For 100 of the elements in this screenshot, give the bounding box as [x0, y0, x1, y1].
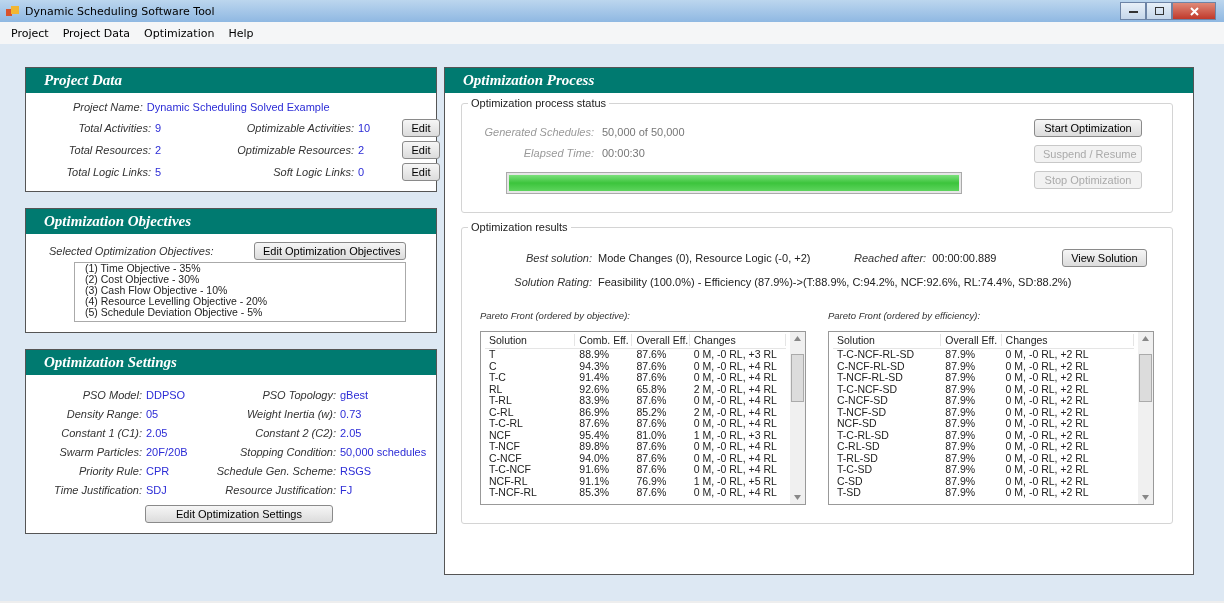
field-label: Resource Justification:	[224, 484, 336, 496]
field-value: Feasibility (100.0%) - Efficiency (87.9%)->(T:88.9%, C:94.2%, NCF:92.6%, RL:74.4%, SD:88.2%)	[598, 276, 1072, 288]
minimize-button[interactable]	[1120, 2, 1146, 20]
table-cell-text: T-C-NCF-SD	[836, 383, 899, 395]
field-label: Best solution:	[524, 252, 592, 264]
table-cell-text: C	[488, 360, 498, 372]
menu-item[interactable]: Project Data	[55, 26, 138, 40]
maximize-button[interactable]	[1146, 2, 1172, 20]
edit-objectives-button[interactable]: Edit Optimization Objectives	[254, 242, 406, 260]
field-label: Selected Optimization Objectives:	[49, 245, 214, 257]
table-cell-text: 0 M, -0 RL, +2 RL	[1004, 360, 1090, 372]
table-cell-text: T	[488, 349, 497, 361]
table-cell-text: 91.4%	[578, 372, 611, 384]
table-cell-text: 2 M, -0 RL, +4 RL	[692, 406, 778, 418]
column-header[interactable]: Changes	[1001, 334, 1134, 346]
field-value: 50,000 of 50,000	[602, 126, 685, 138]
table-cell-text: 91.1%	[578, 475, 611, 487]
panel-title: Optimization Settings	[44, 354, 177, 371]
table-cell-text: NCF	[488, 429, 512, 441]
table-cell-text: 0 M, -0 RL, +2 RL	[1004, 406, 1090, 418]
field-value: 10	[358, 122, 372, 134]
scroll-thumb[interactable]	[1139, 354, 1152, 402]
table-cell-text: 0 M, -0 RL, +4 RL	[692, 418, 778, 430]
table-cell-text: 87.9%	[944, 452, 977, 464]
field-label: Total Logic Links:	[65, 166, 151, 178]
column-header[interactable]: Solution	[485, 334, 576, 346]
edit-button[interactable]: Edit	[402, 119, 440, 137]
edit-button[interactable]: Edit	[402, 141, 440, 159]
table-cell-text: 0 M, -0 RL, +2 RL	[1004, 349, 1090, 361]
table-title: Pareto Front (ordered by objective):	[480, 310, 631, 321]
table-cell-text: 87.9%	[944, 383, 977, 395]
table-cell-text: 87.6%	[635, 441, 668, 453]
table-cell-text: T-NCF	[488, 441, 521, 453]
table-cell-text: 0 M, -0 RL, +2 RL	[1004, 395, 1090, 407]
field-label: Weight Inertia (w):	[245, 408, 336, 420]
table-cell-text: 0 M, -0 RL, +2 RL	[1004, 429, 1090, 441]
field-value: DDPSO	[146, 389, 187, 401]
column-header[interactable]: Overall Eff.	[632, 334, 690, 346]
field-label: Constant 2 (C2):	[254, 427, 336, 439]
table-cell-text: 1 M, -0 RL, +5 RL	[692, 475, 778, 487]
field-value: FJ	[340, 484, 354, 496]
table-cell-text: 0 M, -0 RL, +4 RL	[692, 441, 778, 453]
panel-title: Project Data	[44, 72, 122, 89]
table-cell-text: 91.6%	[578, 464, 611, 476]
maximize-icon	[1154, 7, 1164, 15]
field-value: 2.05	[146, 427, 169, 439]
field-label: Generated Schedules:	[483, 126, 594, 138]
close-button[interactable]	[1172, 2, 1216, 20]
edit-settings-button[interactable]: Edit Optimization Settings	[145, 505, 333, 523]
field-label: Total Activities:	[77, 122, 151, 134]
scroll-down-icon	[1142, 495, 1149, 500]
close-icon	[1189, 6, 1199, 16]
table-cell-text: 0 M, -0 RL, +4 RL	[692, 395, 778, 407]
column-header[interactable]: Changes	[689, 334, 786, 346]
field-label: Elapsed Time:	[522, 147, 594, 159]
field-value: gBest	[340, 389, 370, 401]
table-cell-text: 1 M, -0 RL, +3 RL	[692, 429, 778, 441]
table-cell-text: 81.0%	[635, 429, 668, 441]
field-value: Dynamic Scheduling Solved Example	[146, 101, 330, 113]
scroll-thumb[interactable]	[791, 354, 804, 402]
table-cell-text: 95.4%	[578, 429, 611, 441]
menu-item[interactable]: Help	[221, 26, 261, 40]
table-cell-text: 89.8%	[578, 441, 611, 453]
table-cell-text: 0 M, -0 RL, +4 RL	[692, 360, 778, 372]
edit-button[interactable]: Edit	[402, 163, 440, 181]
field-label: Optimizable Activities:	[245, 122, 354, 134]
field-value: RSGS	[340, 465, 373, 477]
field-label: Swarm Particles:	[58, 446, 142, 458]
table-cell-text: 87.9%	[944, 475, 977, 487]
window-title: Dynamic Scheduling Software Tool	[25, 4, 215, 18]
action-button[interactable]: Start Optimization	[1034, 119, 1142, 137]
table-cell-text: 0 M, -0 RL, +3 RL	[692, 349, 778, 361]
table-cell-text: 94.3%	[578, 360, 611, 372]
table-cell-text: T-C	[488, 372, 507, 384]
table-cell-text: 0 M, -0 RL, +4 RL	[692, 372, 778, 384]
field-label: Stopping Condition:	[239, 446, 336, 458]
table-cell-text: 87.6%	[635, 360, 668, 372]
scroll-up-icon	[1142, 336, 1149, 341]
table-cell-text: 87.6%	[578, 418, 611, 430]
column-header[interactable]: Solution	[833, 334, 942, 346]
table-cell-text: 65.8%	[635, 383, 668, 395]
field-label: Optimizable Resources:	[236, 144, 354, 156]
field-value: 2.05	[340, 427, 363, 439]
menu-item[interactable]: Project	[4, 26, 56, 40]
menu-item[interactable]: Optimization	[137, 26, 222, 40]
column-header[interactable]: Comb. Eff.	[575, 334, 633, 346]
field-label: Time Justification:	[53, 484, 142, 496]
table-cell-text: 87.9%	[944, 441, 977, 453]
table-cell-text: T-C-SD	[836, 464, 873, 476]
scrollbar[interactable]	[790, 332, 805, 504]
table-cell-text: 87.9%	[944, 429, 977, 441]
table-cell-text: 86.9%	[578, 406, 611, 418]
column-header[interactable]: Overall Eff.	[941, 334, 1002, 346]
field-label: Soft Logic Links:	[272, 166, 354, 178]
field-value: CPR	[146, 465, 171, 477]
table-cell-text: 87.9%	[944, 360, 977, 372]
group-title: Optimization process status	[468, 97, 610, 109]
view-solution-button[interactable]: View Solution	[1062, 249, 1147, 267]
scrollbar[interactable]	[1138, 332, 1153, 504]
field-label: PSO Model:	[81, 389, 142, 401]
